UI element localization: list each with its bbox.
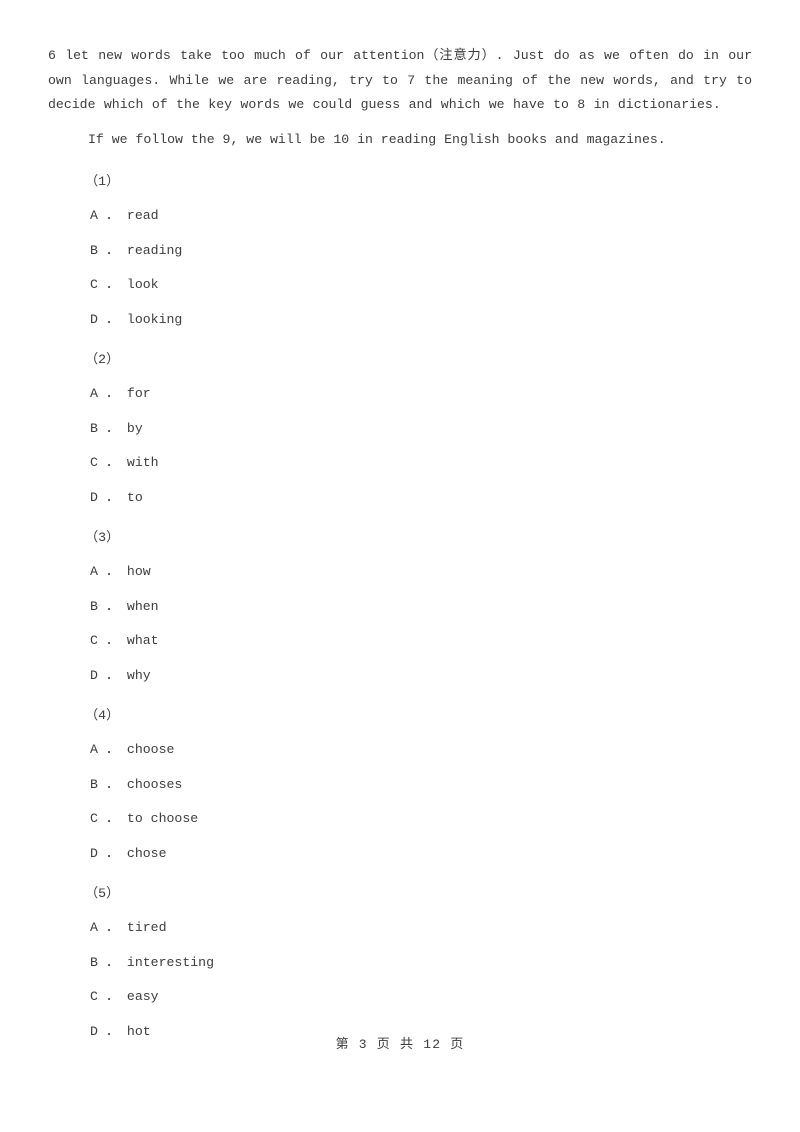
option-b[interactable]: B ． interesting: [48, 953, 752, 973]
question-item: （1） A ． read B ． reading C ． look D ． lo…: [48, 172, 752, 330]
paragraph-cloze-passage-continuation: 6 let new words take too much of our att…: [48, 48, 752, 112]
option-c[interactable]: C ． with: [48, 453, 752, 473]
option-d[interactable]: D ． why: [48, 666, 752, 686]
option-a[interactable]: A ． how: [48, 562, 752, 582]
option-c[interactable]: C ． what: [48, 631, 752, 651]
option-c[interactable]: C ． to choose: [48, 809, 752, 829]
page-footer: 第 3 页 共 12 页: [335, 1037, 465, 1052]
paragraph-cloze-passage-conclusion: If we follow the 9, we will be 10 in rea…: [88, 131, 666, 147]
option-c[interactable]: C ． look: [48, 275, 752, 295]
option-b[interactable]: B ． chooses: [48, 775, 752, 795]
document-page: 6 let new words take too much of our att…: [0, 0, 800, 1132]
question-item: （2） A ． for B ． by C ． with D ． to: [48, 350, 752, 508]
question-number: （3）: [85, 529, 120, 545]
question-number: （5）: [85, 885, 120, 901]
option-a[interactable]: A ． read: [48, 206, 752, 226]
question-item: （3） A ． how B ． when C ． what D ． why: [48, 528, 752, 686]
question-item: （5） A ． tired B ． interesting C ． easy D…: [48, 884, 752, 1042]
option-b[interactable]: B ． reading: [48, 241, 752, 261]
question-number: （4）: [85, 707, 120, 723]
option-d[interactable]: D ． to: [48, 488, 752, 508]
question-item: （4） A ． choose B ． chooses C ． to choose…: [48, 706, 752, 864]
question-number: （1）: [85, 173, 120, 189]
option-b[interactable]: B ． by: [48, 419, 752, 439]
option-b[interactable]: B ． when: [48, 597, 752, 617]
option-a[interactable]: A ． for: [48, 384, 752, 404]
option-d[interactable]: D ． chose: [48, 844, 752, 864]
option-a[interactable]: A ． tired: [48, 918, 752, 938]
option-d[interactable]: D ． looking: [48, 310, 752, 330]
option-a[interactable]: A ． choose: [48, 740, 752, 760]
document-content: 6 let new words take too much of our att…: [48, 44, 752, 1042]
question-number: （2）: [85, 351, 120, 367]
option-c[interactable]: C ． easy: [48, 987, 752, 1007]
